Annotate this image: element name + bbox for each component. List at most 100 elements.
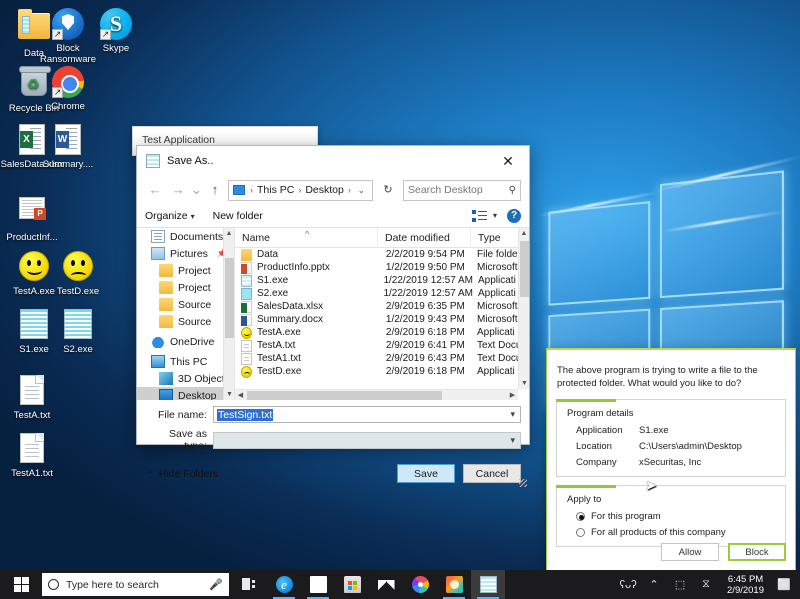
radio-for-this-program[interactable]: For this program [567, 511, 777, 522]
sidebar-item-documents[interactable]: Documents 📌 [137, 228, 234, 245]
table-row[interactable]: TestA.exe 2/9/2019 6:18 PM Applicati [235, 326, 529, 339]
desktop-icon-skype[interactable]: S ↗ Skype [84, 8, 148, 54]
sidebar-item-this-pc[interactable]: This PC [137, 353, 234, 370]
scroll-right-icon[interactable]: ▶ [507, 390, 518, 400]
new-folder-button[interactable]: New folder [213, 210, 263, 222]
scroll-down-icon[interactable]: ▼ [224, 389, 234, 400]
navigation-pane-scrollbar[interactable]: ▲ ▼ [223, 228, 234, 400]
people-icon[interactable]: ʕᴗʔ [615, 570, 641, 599]
microphone-icon[interactable]: 🎤 [209, 578, 223, 591]
file-list-vertical-scrollbar[interactable]: ▲ ▼ [518, 228, 529, 389]
show-hidden-icons-icon[interactable]: ⌃ [641, 570, 667, 599]
table-row[interactable]: Data 2/2/2019 9:54 PM File folde [235, 248, 529, 261]
table-row[interactable]: TestA.txt 2/9/2019 6:41 PM Text Docu [235, 339, 529, 352]
hide-folders-button[interactable]: ⌃ Hide Folders [147, 468, 218, 480]
table-row[interactable]: TestD.exe 2/9/2019 6:18 PM Applicati [235, 365, 529, 378]
network-icon[interactable]: ⬚ [667, 570, 693, 599]
table-row[interactable]: ProductInfo.pptx 1/2/2019 9:50 PM Micros… [235, 261, 529, 274]
allow-button[interactable]: Allow [661, 543, 719, 561]
resize-grip[interactable] [519, 479, 527, 487]
sidebar-item-pictures[interactable]: Pictures 📌 [137, 245, 234, 262]
sidebar-item-source-2[interactable]: Source [137, 313, 234, 330]
sidebar-item-3d-objects[interactable]: 3D Objects [137, 370, 234, 387]
task-view-button[interactable] [233, 570, 267, 599]
spreadsheet-app-button[interactable] [471, 570, 505, 599]
table-row[interactable]: SalesData.xlsx 2/9/2019 6:35 PM Microsof… [235, 300, 529, 313]
scroll-up-icon[interactable]: ▲ [519, 228, 529, 239]
cancel-button[interactable]: Cancel [463, 464, 521, 483]
scrollbar-thumb[interactable] [520, 241, 529, 297]
save-as-navigation-bar[interactable]: ← → ⌄ ↑ › This PC › Desktop › ⌄ ↻ Search… [137, 176, 529, 204]
table-row[interactable]: S2.exe 1/22/2019 12:57 AM Applicati [235, 287, 529, 300]
save-as-type-select[interactable]: ▾ [213, 431, 521, 449]
change-view-icon[interactable] [471, 209, 487, 222]
microsoft-store-button[interactable] [335, 570, 369, 599]
sidebar-item-source-1[interactable]: Source [137, 296, 234, 313]
file-name-input[interactable]: TestSign.txt ▾ [213, 406, 521, 423]
column-header-name[interactable]: Name [235, 228, 378, 248]
forward-icon[interactable]: → [168, 180, 188, 200]
close-icon[interactable]: ✕ [487, 146, 529, 176]
start-button[interactable] [0, 570, 42, 599]
back-icon[interactable]: ← [145, 180, 165, 200]
help-icon[interactable]: ? [507, 208, 521, 223]
breadcrumb-item-this-pc[interactable]: This PC [254, 184, 297, 196]
organize-button[interactable]: Organize ▾ [145, 210, 195, 222]
desktop-icon-summary[interactable]: W Summary.... [36, 124, 100, 170]
radio-icon[interactable] [576, 528, 585, 537]
save-as-toolbar[interactable]: Organize ▾ New folder ▾ ? [137, 204, 529, 228]
table-row[interactable]: Summary.docx 1/2/2019 9:43 PM Microsoft [235, 313, 529, 326]
desktop-icon-productinfo[interactable]: P ProductInf... [0, 192, 64, 243]
mail-button[interactable] [369, 570, 403, 599]
scroll-down-icon[interactable]: ▼ [519, 378, 529, 389]
file-explorer-button[interactable] [301, 570, 335, 599]
desktop-icon-testa-txt[interactable]: TestA.txt [0, 374, 64, 421]
chevron-down-icon[interactable]: ▾ [510, 435, 518, 446]
app-button[interactable] [437, 570, 471, 599]
scrollbar-thumb[interactable] [247, 391, 442, 400]
radio-for-all-products[interactable]: For all products of this company [567, 527, 777, 538]
desktop-icon-testa1-txt[interactable]: TestA1.txt [0, 432, 64, 479]
block-button[interactable]: Block [728, 543, 786, 561]
clock[interactable]: 6:45 PM 2/9/2019 [719, 574, 772, 596]
breadcrumb[interactable]: › This PC › Desktop › ⌄ [228, 179, 373, 201]
save-button[interactable]: Save [397, 464, 455, 483]
column-header-date-modified[interactable]: Date modified [378, 228, 471, 248]
table-row[interactable]: S1.exe 1/22/2019 12:57 AM Applicati [235, 274, 529, 287]
sidebar-item-project-1[interactable]: Project [137, 262, 234, 279]
save-as-titlebar[interactable]: Save As.. ✕ [137, 146, 529, 176]
system-tray[interactable]: ʕᴗʔ ⌃ ⬚ ⧖ 6:45 PM 2/9/2019 ⬜ [615, 570, 800, 599]
sidebar-item-desktop[interactable]: Desktop [137, 387, 234, 400]
action-center-icon[interactable]: ⬜ [772, 570, 796, 599]
edge-button[interactable]: e [267, 570, 301, 599]
volume-icon[interactable]: ⧖ [693, 570, 719, 599]
security-alert-dialog[interactable]: The above program is trying to write a f… [546, 348, 796, 571]
sidebar-item-onedrive[interactable]: OneDrive [137, 333, 234, 350]
desktop-icon-s2-exe[interactable]: S2.exe [46, 308, 110, 355]
table-row[interactable]: TestA1.txt 2/9/2019 6:43 PM Text Docu [235, 352, 529, 365]
radio-icon[interactable] [576, 512, 585, 521]
desktop[interactable]: Data ↗ Block Ransomware S ↗ Skype ♻ Recy… [0, 0, 800, 599]
taskbar[interactable]: Type here to search 🎤 e ʕᴗʔ ⌃ ⬚ ⧖ 6:45 P… [0, 570, 800, 599]
scroll-up-icon[interactable]: ▲ [224, 228, 234, 239]
chevron-down-icon[interactable]: ⌄ [352, 185, 370, 196]
save-as-dialog[interactable]: Save As.. ✕ ← → ⌄ ↑ › This PC › Desktop … [136, 145, 530, 487]
desktop-icon-chrome[interactable]: ↗ Chrome [36, 66, 100, 112]
navigation-pane[interactable]: Documents 📌 Pictures 📌 Project Project [137, 228, 235, 400]
chevron-down-icon[interactable]: ▾ [510, 409, 518, 420]
scroll-left-icon[interactable]: ◀ [235, 390, 246, 400]
search-input[interactable]: Search Desktop ⚲ [403, 179, 521, 201]
refresh-icon[interactable]: ↻ [379, 180, 397, 201]
file-list[interactable]: Name Date modified Type Data 2/2/2019 9:… [235, 228, 529, 400]
up-one-level-icon[interactable]: ↑ [205, 180, 225, 200]
chevron-down-icon[interactable]: ▾ [493, 211, 497, 220]
file-list-column-headers[interactable]: Name Date modified Type [235, 228, 529, 248]
breadcrumb-item-desktop[interactable]: Desktop [302, 184, 347, 196]
file-list-horizontal-scrollbar[interactable]: ◀ ▶ [235, 389, 518, 400]
scrollbar-thumb[interactable] [225, 258, 234, 338]
sidebar-item-project-2[interactable]: Project [137, 279, 234, 296]
desktop-icon-testd-exe[interactable]: TestD.exe [46, 250, 110, 297]
photos-button[interactable] [403, 570, 437, 599]
recent-locations-icon[interactable]: ⌄ [191, 180, 202, 200]
search-input[interactable]: Type here to search 🎤 [42, 573, 229, 596]
